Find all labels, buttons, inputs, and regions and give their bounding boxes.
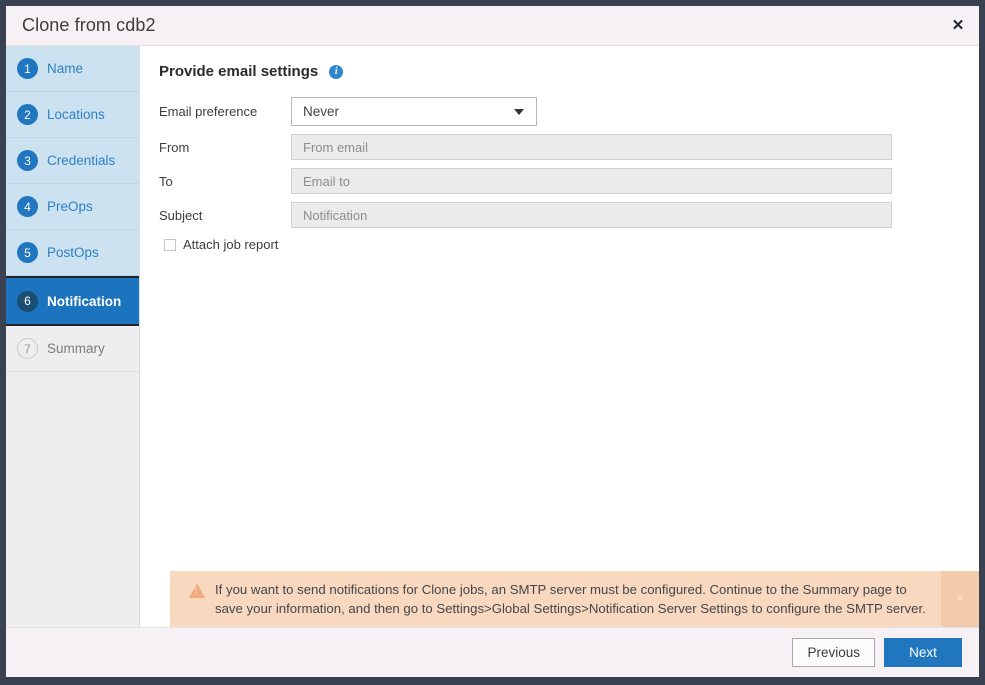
dialog-body: 1 Name 2 Locations 3 Credentials 4 PreOp…	[6, 46, 979, 627]
sidebar-item-name[interactable]: 1 Name	[6, 46, 139, 92]
previous-button[interactable]: Previous	[792, 638, 875, 667]
warning-triangle-icon	[189, 583, 206, 598]
sidebar-item-label: PreOps	[47, 199, 93, 214]
section-header: Provide email settings i	[159, 63, 979, 80]
step-number: 3	[17, 150, 38, 171]
sidebar-item-locations[interactable]: 2 Locations	[6, 92, 139, 138]
dismiss-banner-button[interactable]: ×	[941, 571, 979, 627]
subject-label: Subject	[159, 208, 291, 223]
step-number: 7	[17, 338, 38, 359]
clone-wizard-dialog: Clone from cdb2 ✕ 1 Name 2 Locations 3 C…	[0, 0, 985, 685]
to-row: To	[159, 168, 979, 194]
wizard-step-sidebar: 1 Name 2 Locations 3 Credentials 4 PreOp…	[6, 46, 140, 627]
warning-message: If you want to send notifications for Cl…	[215, 580, 941, 618]
step-number: 1	[17, 58, 38, 79]
sidebar-empty-space	[6, 372, 139, 627]
to-label: To	[159, 174, 291, 189]
from-row: From	[159, 134, 979, 160]
to-email-input[interactable]	[291, 168, 892, 194]
attach-job-report-checkbox[interactable]	[164, 239, 176, 251]
attach-job-report-row: Attach job report	[164, 237, 979, 252]
sidebar-item-label: Credentials	[47, 153, 115, 168]
notification-settings-panel: Provide email settings i Email preferenc…	[140, 46, 979, 627]
close-icon[interactable]: ✕	[945, 13, 971, 39]
from-email-input[interactable]	[291, 134, 892, 160]
next-button[interactable]: Next	[884, 638, 962, 667]
sidebar-item-credentials[interactable]: 3 Credentials	[6, 138, 139, 184]
email-preference-label: Email preference	[159, 104, 291, 119]
step-number: 5	[17, 242, 38, 263]
attach-job-report-label: Attach job report	[183, 237, 278, 252]
sidebar-item-summary: 7 Summary	[6, 326, 139, 372]
email-preference-row: Email preference Never	[159, 97, 979, 126]
info-icon[interactable]: i	[329, 65, 343, 79]
from-label: From	[159, 140, 291, 155]
subject-input[interactable]	[291, 202, 892, 228]
sidebar-item-notification[interactable]: 6 Notification	[6, 276, 139, 326]
step-number: 2	[17, 104, 38, 125]
step-number: 4	[17, 196, 38, 217]
sidebar-item-label: Name	[47, 61, 83, 76]
sidebar-item-label: Notification	[47, 294, 121, 309]
email-preference-value: Never	[303, 104, 339, 119]
email-preference-select[interactable]: Never	[291, 97, 537, 126]
sidebar-item-label: Locations	[47, 107, 105, 122]
dialog-footer: Previous Next	[6, 627, 979, 677]
sidebar-item-label: PostOps	[47, 245, 99, 260]
sidebar-item-label: Summary	[47, 341, 105, 356]
page-title: Provide email settings	[159, 63, 318, 80]
dialog-titlebar: Clone from cdb2 ✕	[6, 6, 979, 46]
dialog-title: Clone from cdb2	[6, 15, 156, 36]
subject-row: Subject	[159, 202, 979, 228]
chevron-down-icon	[514, 109, 524, 115]
smtp-warning-banner: If you want to send notifications for Cl…	[170, 571, 979, 627]
sidebar-item-postops[interactable]: 5 PostOps	[6, 230, 139, 276]
sidebar-item-preops[interactable]: 4 PreOps	[6, 184, 139, 230]
step-number: 6	[17, 291, 38, 312]
